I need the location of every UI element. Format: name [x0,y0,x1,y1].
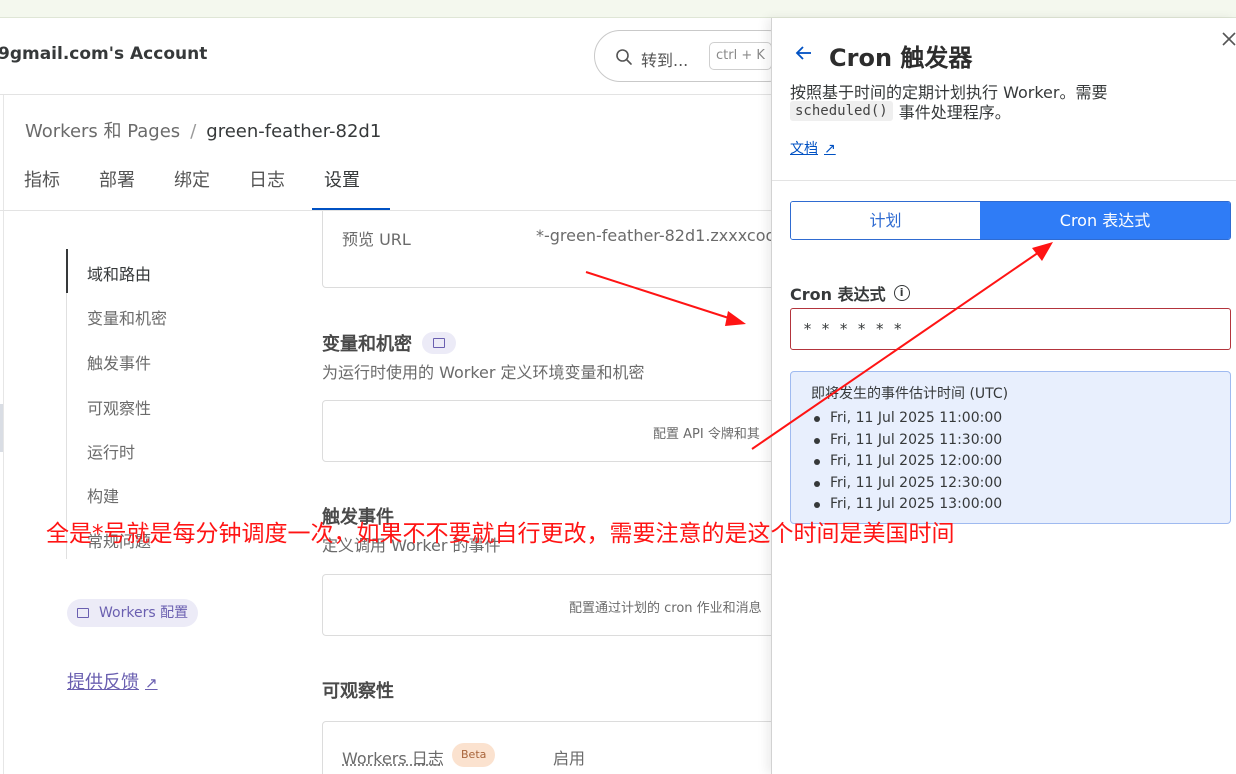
docs-link-label: 文档 [790,141,818,157]
drawer-description-tail: 事件处理程序。 [898,103,1011,122]
info-icon[interactable]: i [893,285,910,301]
tab-deployments[interactable]: 部署 [99,168,135,212]
sidenav-item-runtime[interactable]: 运行时 [87,439,135,463]
tab-metrics[interactable]: 指标 [24,168,60,212]
upcoming-events-title: 即将发生的事件估计时间 (UTC) [811,386,1009,402]
tab-settings[interactable]: 设置 [324,168,360,212]
external-link-icon: ↗ [145,674,158,692]
search-placeholder: 转到... [641,51,689,70]
preview-url-value[interactable]: *-green-feather-82d1.zxxxcoo [536,226,775,245]
drawer-divider [772,180,1236,181]
account-name: 9gmail.com's Account [0,44,208,64]
external-link-icon: ↗ [824,141,836,157]
upcoming-events-list: Fri, 11 Jul 2025 11:00:00 Fri, 11 Jul 20… [811,408,1002,516]
scheduled-code: scheduled() [790,101,893,121]
triggers-card-text: 配置通过计划的 cron 作业和消息 [569,601,762,616]
workers-config-label: Workers 配置 [99,605,189,621]
cron-expression-input[interactable]: * * * * * * [790,308,1231,350]
mode-option-cron-expression[interactable]: Cron 表达式 [980,202,1230,239]
sidenav-item-build[interactable]: 构建 [87,483,119,507]
observability-card: Workers 日志 Beta 启用 [322,721,792,774]
list-item: Fri, 11 Jul 2025 12:00:00 [811,451,1002,473]
search-shortcut-hint: ctrl + K [709,42,772,70]
list-item: Fri, 11 Jul 2025 13:00:00 [811,494,1002,516]
back-arrow-icon[interactable] [794,43,814,63]
drawer-description-line2: scheduled() 事件处理程序。 [790,99,1011,123]
section-vars-desc: 为运行时使用的 Worker 定义环境变量和机密 [322,363,645,382]
sidenav-item-triggers[interactable]: 触发事件 [87,350,151,374]
search-icon [616,49,632,65]
mode-option-schedule[interactable]: 计划 [791,202,980,239]
preview-url-card: 预览 URL *-green-feather-82d1.zxxxcoo [322,211,792,288]
tab-bindings[interactable]: 绑定 [174,168,210,212]
side-nav-active-bar [66,249,68,293]
preview-url-label: 预览 URL [342,230,411,249]
vars-title-text: 变量和机密 [322,334,412,355]
vars-card-text: 配置 API 令牌和其 [653,427,760,442]
breadcrumb-parent[interactable]: Workers 和 Pages [25,121,180,142]
workers-config-link[interactable]: Workers 配置 [67,599,199,627]
workers-logs-status: 启用 [553,749,586,768]
sidenav-item-observability[interactable]: 可观察性 [87,395,151,419]
breadcrumb-separator: / [190,121,197,142]
book-icon [77,608,89,618]
left-sidebar-marker [0,404,3,452]
vars-card: 配置 API 令牌和其 [322,400,792,462]
schedule-mode-toggle: 计划 Cron 表达式 [790,201,1231,240]
header-divider [0,94,780,95]
drawer-title: Cron 触发器 [829,44,973,72]
breadcrumb-current: green-feather-82d1 [206,121,382,142]
goto-search-box[interactable]: 转到... ctrl + K [594,30,794,82]
triggers-card: 配置通过计划的 cron 作业和消息 [322,574,792,636]
list-item: Fri, 11 Jul 2025 11:30:00 [811,430,1002,452]
breadcrumb: Workers 和 Pages / green-feather-82d1 [25,117,381,143]
section-observability-title: 可观察性 [322,681,394,702]
cron-label-text: Cron 表达式 [790,285,886,304]
list-item: Fri, 11 Jul 2025 12:30:00 [811,473,1002,495]
sidenav-item-variables-secrets[interactable]: 变量和机密 [87,305,167,329]
feedback-link[interactable]: 提供反馈 ↗ [67,668,158,694]
close-icon[interactable] [1220,30,1236,48]
browser-top-strip [0,0,1236,18]
tab-logs[interactable]: 日志 [249,168,285,212]
section-vars-title: 变量和机密 [322,330,456,356]
list-item: Fri, 11 Jul 2025 11:00:00 [811,408,1002,430]
upcoming-events-box: 即将发生的事件估计时间 (UTC) Fri, 11 Jul 2025 11:00… [790,371,1231,524]
annotation-note: 全是*号就是每分钟调度一次，如果不不要就自行更改，需要注意的是这个时间是美国时间 [46,521,955,547]
cron-expression-label: Cron 表达式 i [790,281,910,305]
docs-link[interactable]: 文档 ↗ [790,138,836,158]
sidenav-item-domains-routes[interactable]: 域和路由 [87,261,151,285]
feedback-label: 提供反馈 [67,672,139,693]
book-icon[interactable] [422,332,456,354]
beta-badge: Beta [452,743,496,767]
worker-tabs: 指标 部署 绑定 日志 设置 [24,168,399,212]
workers-logs-label: Workers 日志 [342,749,444,768]
